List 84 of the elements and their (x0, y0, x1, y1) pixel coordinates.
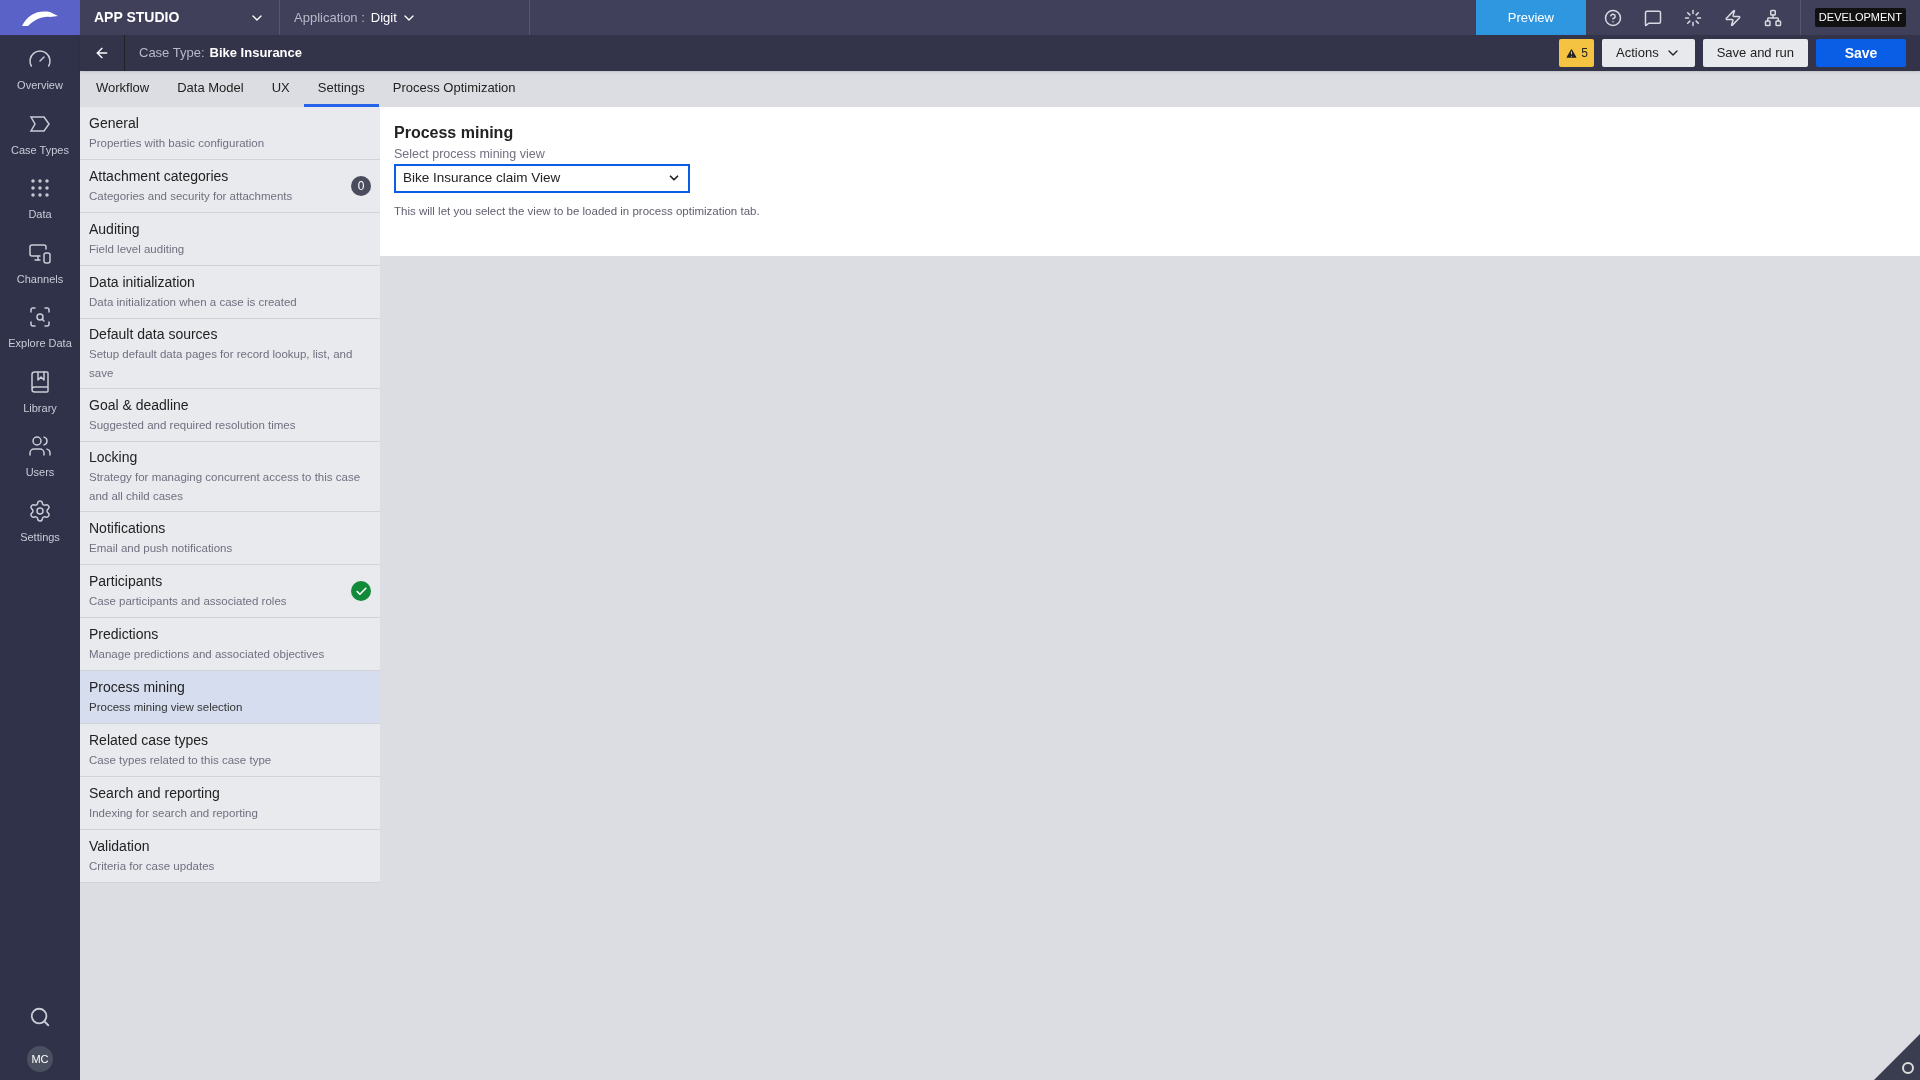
settings-item-description: Case types related to this case type (89, 753, 273, 768)
settings-item-description: Strategy for managing concurrent access to this case and all child cases (89, 470, 362, 504)
rail-item[interactable]: Data (0, 176, 80, 223)
settings-item-title: Auditing (89, 220, 141, 239)
settings-item-title: Process mining (89, 678, 186, 697)
settings-item-title: Notifications (89, 519, 167, 538)
search-icon[interactable] (29, 1006, 51, 1028)
user-avatar[interactable]: MC (27, 1046, 53, 1072)
settings-item-description: Criteria for case updates (89, 859, 216, 874)
environment-badge: DEVELOPMENT (1814, 8, 1906, 27)
settings-item-title: Related case types (89, 731, 210, 750)
users-icon (28, 434, 52, 458)
settings-item[interactable]: Predictions Manage predictions and associated objectives (80, 618, 380, 671)
settings-item[interactable]: Data initialization Data initialization when a case is created (80, 266, 380, 319)
rail-item[interactable]: Settings (0, 498, 80, 545)
warning-count: 5 (1581, 45, 1588, 62)
settings-item[interactable]: Auditing Field level auditing (80, 213, 380, 266)
settings-item-description: Case participants and associated roles (89, 594, 288, 609)
rail-item[interactable]: Users (0, 434, 80, 481)
settings-item[interactable]: Participants Case participants and associated roles (80, 565, 380, 618)
tab[interactable]: Process Optimization (378, 71, 530, 107)
settings-item-title: Validation (89, 837, 151, 856)
settings-item-description: Setup default data pages for record lookup, list, and save (89, 347, 354, 381)
lightning-icon[interactable] (1723, 8, 1742, 27)
help-text: This will let you select the view to be loaded in process optimization tab. (394, 203, 761, 219)
warning-icon (1565, 46, 1579, 60)
rail-item[interactable]: Explore Data (0, 305, 80, 352)
settings-item-description: Indexing for search and reporting (89, 806, 259, 821)
help-icon[interactable] (1603, 8, 1622, 27)
settings-item[interactable]: Goal & deadline Suggested and required resolution times (80, 389, 380, 442)
settings-item-title: Locking (89, 448, 139, 467)
panel-title: Process mining (394, 123, 515, 143)
settings-item-title: Goal & deadline (89, 396, 190, 415)
settings-item[interactable]: General Properties with basic configuration (80, 107, 380, 160)
settings-item-title: Search and reporting (89, 784, 221, 803)
settings-item-title: Participants (89, 572, 164, 591)
application-label: Application : (294, 8, 365, 27)
settings-item[interactable]: Attachment categories Categories and security for attachments 0 (80, 160, 380, 213)
view-select[interactable]: Bike Insurance claim View (394, 163, 690, 193)
book-icon (28, 369, 52, 394)
chart-search-icon (28, 305, 52, 329)
spinner-icon[interactable] (1683, 8, 1702, 27)
settings-item-title: Data initialization (89, 273, 196, 292)
case-type-label: Case Type: (139, 44, 205, 63)
settings-item-title: Attachment categories (89, 167, 230, 186)
settings-item-description: Suggested and required resolution times (89, 418, 297, 433)
settings-item-description: Email and push notifications (89, 541, 234, 556)
settings-item[interactable]: Search and reporting Indexing for search and reporting (80, 777, 380, 830)
chat-icon[interactable] (1643, 8, 1662, 27)
settings-icon (28, 498, 52, 523)
settings-item[interactable]: Validation Criteria for case updates (80, 830, 380, 883)
tab[interactable]: Data Model (163, 71, 258, 107)
settings-item-title: Predictions (89, 625, 160, 644)
save-and-run-button[interactable]: Save and run (1702, 39, 1808, 67)
settings-item[interactable]: Process mining Process mining view selection (80, 671, 380, 724)
settings-item-title: General (89, 114, 140, 133)
tab[interactable]: UX (257, 71, 304, 107)
field-label: Select process mining view (394, 146, 546, 163)
settings-item-title: Default data sources (89, 325, 219, 344)
save-button[interactable]: Save (1816, 39, 1906, 67)
rail-item[interactable]: Channels (0, 240, 80, 287)
settings-item[interactable]: Default data sources Setup default data pages for record lookup, list, and save (80, 319, 380, 389)
settings-item-description: Manage predictions and associated objectives (89, 647, 326, 662)
tab[interactable]: Workflow (82, 71, 164, 107)
settings-item[interactable]: Locking Strategy for managing concurrent access to this case and all child cases (80, 442, 380, 512)
studio-title: APP STUDIO (94, 8, 180, 27)
settings-item[interactable]: Related case types Case types related to this case type (80, 724, 380, 777)
actions-button[interactable]: Actions (1602, 39, 1695, 67)
hierarchy-icon[interactable] (1763, 8, 1782, 27)
dots-grid-icon (28, 176, 52, 200)
settings-item-description: Data initialization when a case is created (89, 295, 298, 310)
rail-item[interactable]: Case Types (0, 111, 80, 158)
application-menu[interactable]: Digit (370, 7, 417, 28)
rail-item[interactable]: Library (0, 369, 80, 416)
settings-item-description: Categories and security for attachments (89, 189, 294, 204)
settings-item-description: Field level auditing (89, 242, 186, 257)
warning-badge[interactable]: 5 (1559, 39, 1594, 67)
settings-item-description: Properties with basic configuration (89, 136, 266, 151)
corner-settings-icon[interactable] (1874, 1034, 1920, 1080)
settings-item-description: Process mining view selection (89, 700, 244, 715)
count-badge: 0 (351, 176, 371, 196)
case-type-name: Bike Insurance (209, 44, 303, 63)
rail-item[interactable]: Overview (0, 47, 80, 94)
settings-item[interactable]: Notifications Email and push notifications (80, 512, 380, 565)
